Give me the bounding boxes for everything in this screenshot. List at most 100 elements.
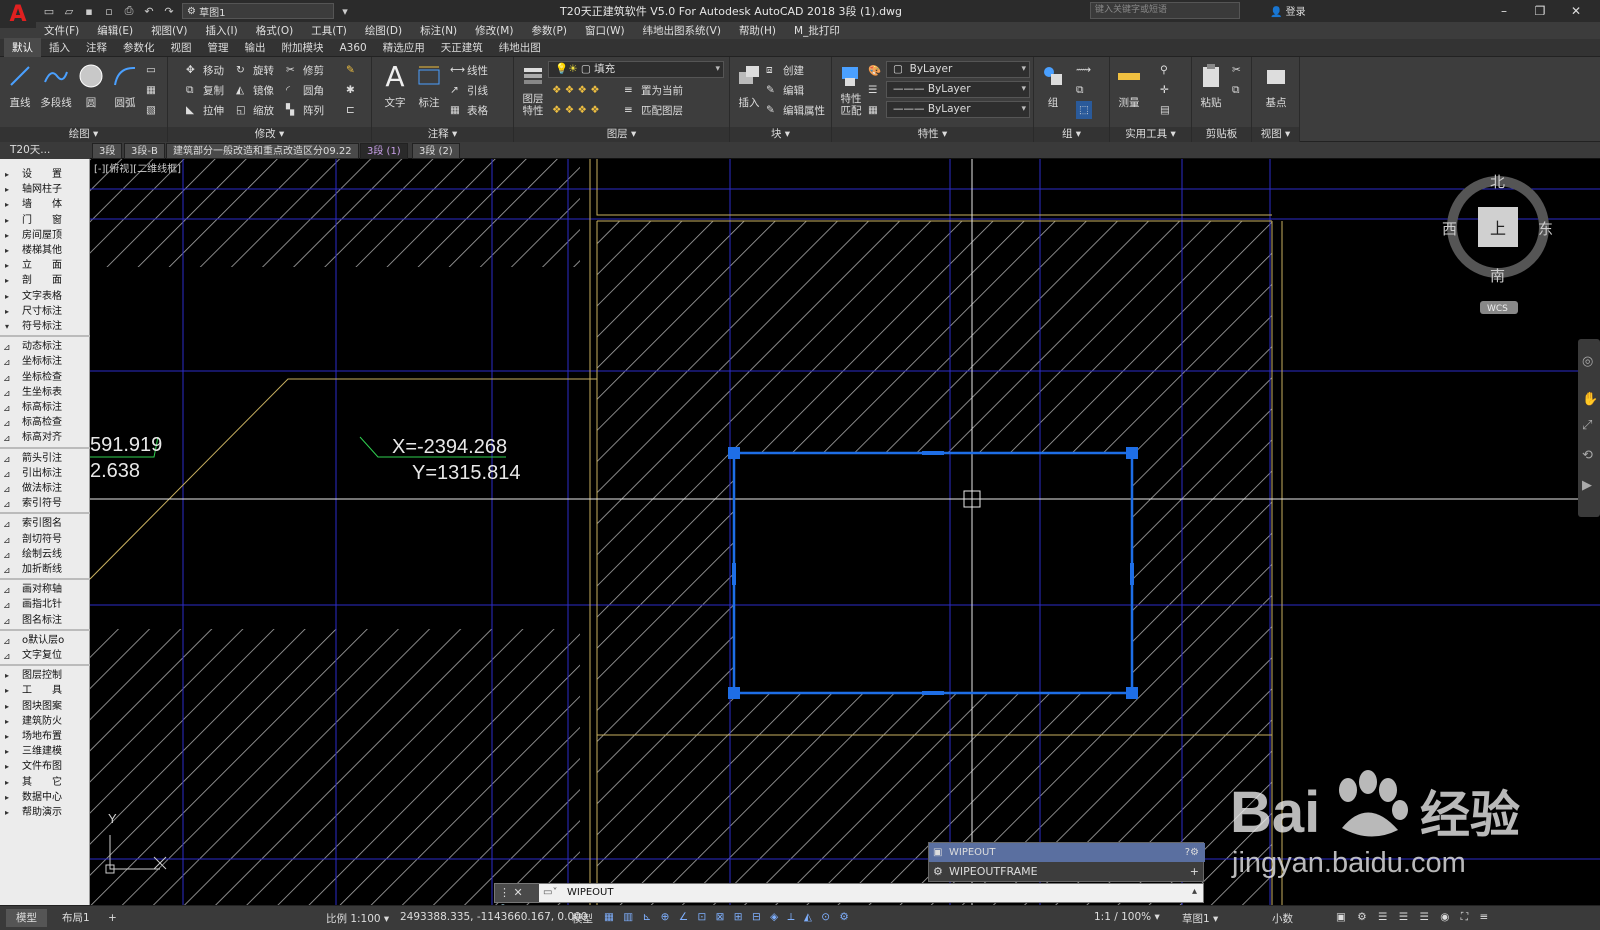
- panel-block-title[interactable]: 块 ▾: [730, 127, 831, 142]
- lineweight-icon[interactable]: ☰: [868, 81, 877, 99]
- menu-item[interactable]: 工具(T): [311, 23, 347, 38]
- menu-item[interactable]: 纬地出图系统(V): [643, 23, 721, 38]
- sidebar-item[interactable]: ⊿ 动态标注: [0, 339, 90, 354]
- sidebar-item[interactable]: ▸ 图块图案: [0, 699, 90, 714]
- sidebar-item[interactable]: ▸ 设 置: [0, 167, 90, 182]
- nav-zoom-icon[interactable]: ⤢: [1582, 418, 1592, 433]
- suggestion-wipeoutframe[interactable]: ⚙ WIPEOUTFRAME +: [929, 862, 1205, 881]
- match-properties-button[interactable]: 特性 匹配: [834, 61, 868, 117]
- measure-button[interactable]: 测量: [1112, 61, 1146, 110]
- panel-annotation-title[interactable]: 注释 ▾: [372, 127, 513, 142]
- sidebar-item[interactable]: ⊿ 引出标注: [0, 466, 90, 481]
- ribbon-tab[interactable]: 注释: [78, 38, 115, 57]
- array-button[interactable]: ▚ 阵列: [286, 101, 324, 119]
- sidebar-item[interactable]: ▸ 门 窗: [0, 213, 90, 228]
- grip-bottom-right[interactable]: [1126, 687, 1138, 699]
- save-icon[interactable]: ▪: [80, 3, 98, 19]
- trim-button[interactable]: ✂ 修剪: [286, 61, 324, 79]
- ribbon-tab[interactable]: 视图: [163, 38, 200, 57]
- minimize-icon[interactable]: –: [1490, 2, 1518, 20]
- menu-item[interactable]: 标注(N): [420, 23, 457, 38]
- panel-draw-title[interactable]: 绘图 ▾: [0, 127, 167, 142]
- saveas-icon[interactable]: ▫: [100, 3, 118, 19]
- point-style-icon[interactable]: ⚲: [1160, 61, 1168, 79]
- sidebar-item[interactable]: ▸ 工 具: [0, 683, 90, 698]
- ribbon-tab[interactable]: 管理: [200, 38, 237, 57]
- units-display[interactable]: 小数: [1272, 911, 1293, 926]
- grip-top-right[interactable]: [1126, 447, 1138, 459]
- nav-showmotion-icon[interactable]: ▶: [1582, 478, 1592, 493]
- color-wheel-icon[interactable]: 🎨: [868, 61, 881, 79]
- sidebar-item[interactable]: ▸ 三维建模: [0, 744, 90, 759]
- search-input[interactable]: 键入关键字或短语: [1090, 2, 1240, 19]
- cut-icon[interactable]: ✂: [1232, 61, 1241, 79]
- rectangle-icon[interactable]: ▭: [146, 61, 156, 79]
- copy-clip-icon[interactable]: ⧉: [1232, 81, 1240, 99]
- menu-item[interactable]: 窗口(W): [585, 23, 625, 38]
- stretch-button[interactable]: ◣ 拉伸: [186, 101, 224, 119]
- ungroup-icon[interactable]: ⟿: [1076, 61, 1091, 79]
- id-point-icon[interactable]: ✛: [1160, 81, 1169, 99]
- suggestion-wipeout[interactable]: ▣ WIPEOUT ?⚙: [929, 843, 1205, 862]
- insert-block-button[interactable]: 插入: [732, 61, 766, 110]
- grip-mid-top[interactable]: [922, 451, 944, 455]
- grip-top-left[interactable]: [728, 447, 740, 459]
- viewcube-west[interactable]: 西: [1442, 220, 1457, 238]
- sidebar-item[interactable]: ▸ 墙 体: [0, 197, 90, 212]
- rotate-button[interactable]: ↻ 旋转: [236, 61, 274, 79]
- group-edit-icon[interactable]: ⧉: [1076, 81, 1084, 99]
- login-button[interactable]: 👤 登录: [1270, 3, 1306, 18]
- sidebar-item[interactable]: ▸ 文件布图: [0, 759, 90, 774]
- customize-icon[interactable]: ▾: [336, 3, 354, 19]
- base-point-button[interactable]: 基点: [1259, 61, 1293, 110]
- sidebar-item[interactable]: ▸ 数据中心: [0, 790, 90, 805]
- command-line-controls[interactable]: ⋮ ✕ 🔧: [495, 884, 539, 917]
- grip-mid-right[interactable]: [1130, 563, 1134, 585]
- sidebar-item[interactable]: ⊿ o默认层o: [0, 633, 90, 648]
- document-tab[interactable]: 3段-B: [124, 143, 165, 159]
- layer-select[interactable]: 💡☀ ▢ 填充: [548, 61, 724, 78]
- ribbon-tab[interactable]: 参数化: [115, 38, 163, 57]
- sidebar-item[interactable]: ⊿ 画指北针: [0, 597, 90, 612]
- sidebar-item[interactable]: ⊿ 做法标注: [0, 481, 90, 496]
- sidebar-item[interactable]: ⊿ 图名标注: [0, 613, 90, 628]
- mirror-button[interactable]: ◭ 镜像: [236, 81, 274, 99]
- sidebar-item[interactable]: ⊿ 索引图名: [0, 516, 90, 531]
- sidebar-item[interactable]: ▸ 场地布置: [0, 729, 90, 744]
- add-layout-tab[interactable]: +: [98, 909, 127, 927]
- document-tab[interactable]: 3段 (2): [412, 143, 460, 159]
- sidebar-item[interactable]: ▸ 建筑防火: [0, 714, 90, 729]
- panel-view-title[interactable]: 视图 ▾: [1252, 127, 1299, 142]
- sidebar-item[interactable]: ⊿ 索引符号: [0, 496, 90, 511]
- transparency-icon[interactable]: ▦: [868, 101, 878, 119]
- layer-tools2-icon[interactable]: ❖ ❖ ❖ ❖: [552, 101, 600, 119]
- sidebar-item[interactable]: ▸ 楼梯其他: [0, 243, 90, 258]
- text-button[interactable]: A 文字: [378, 60, 412, 110]
- grip-bottom-left[interactable]: [728, 687, 740, 699]
- sidebar-item[interactable]: ⊿ 绘制云线: [0, 547, 90, 562]
- arc-button[interactable]: 圆弧: [108, 61, 142, 110]
- dimension-button[interactable]: 标注: [412, 61, 446, 110]
- leader-button[interactable]: ↗ 引线: [450, 81, 488, 99]
- menu-item[interactable]: 格式(O): [256, 23, 293, 38]
- nav-steering-wheel-icon[interactable]: ◎: [1582, 354, 1593, 369]
- sidebar-item[interactable]: ⊿ 箭头引注: [0, 451, 90, 466]
- menu-item[interactable]: 参数(P): [531, 23, 567, 38]
- document-tab[interactable]: 3段 (1): [360, 143, 408, 159]
- new-icon[interactable]: ▭: [40, 3, 58, 19]
- viewport-controls[interactable]: [-][俯视][二维线框]: [94, 162, 181, 175]
- create-block-button[interactable]: ⧈ 创建: [766, 61, 804, 79]
- sidebar-item[interactable]: ⊿ 标高检查: [0, 415, 90, 430]
- panel-groups-title[interactable]: 组 ▾: [1034, 127, 1109, 142]
- sidebar-item[interactable]: ⊿ 剖切符号: [0, 532, 90, 547]
- menu-item[interactable]: 帮助(H): [739, 23, 776, 38]
- viewcube-east[interactable]: 东: [1538, 220, 1553, 238]
- undo-icon[interactable]: ↶: [140, 3, 158, 19]
- table-button[interactable]: ▦ 表格: [450, 101, 488, 119]
- document-tab[interactable]: 3段: [92, 143, 123, 159]
- panel-properties-title[interactable]: 特性 ▾: [832, 127, 1033, 142]
- color-select[interactable]: ▢ ByLayer: [886, 61, 1030, 78]
- copy-button[interactable]: ⧉ 复制: [186, 81, 224, 99]
- sidebar-item[interactable]: ▸ 立 面: [0, 258, 90, 273]
- drafting-toggles[interactable]: ▦ ▥ ⊾ ⊕ ∠ ⊡ ⊠ ⊞ ⊟ ◈ ⟂ ◭ ⊙ ⚙: [604, 911, 852, 924]
